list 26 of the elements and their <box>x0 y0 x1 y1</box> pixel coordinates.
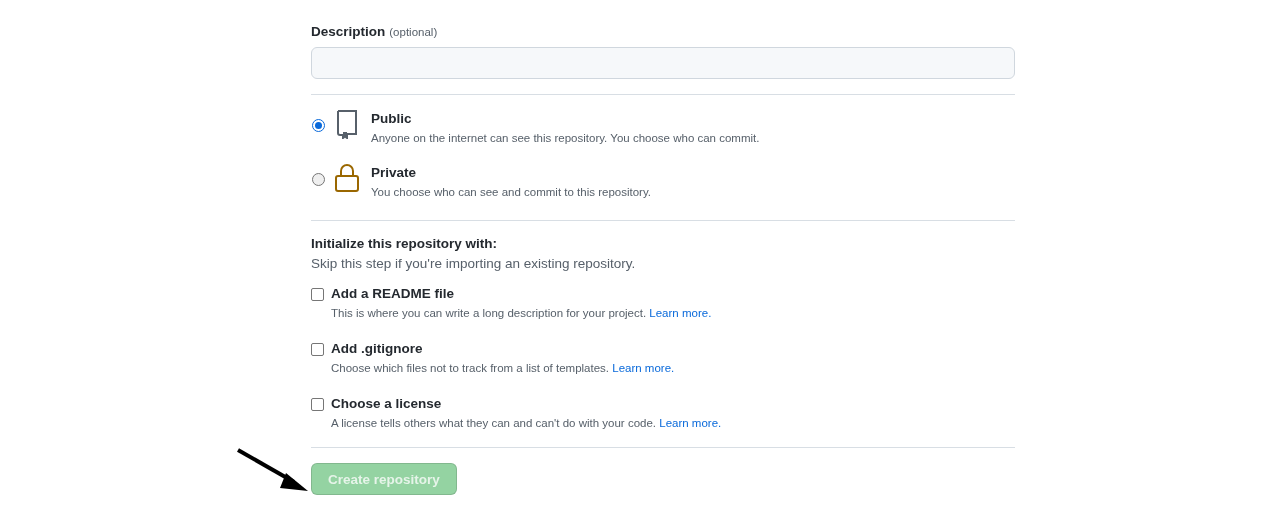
description-field[interactable] <box>311 47 1015 79</box>
option-description: A license tells others what they can and can't do with your code. Learn more. <box>331 416 722 431</box>
section-heading: Initialize this repository with: <box>311 236 499 251</box>
section-note: Skip this step if you're importing an existing repository. <box>311 256 637 271</box>
radio-button[interactable] <box>312 119 325 132</box>
arrow-icon <box>236 447 310 493</box>
visibility-title: Public <box>371 110 413 128</box>
checkbox[interactable] <box>311 288 324 301</box>
checkbox[interactable] <box>311 343 324 356</box>
description-label: Description <box>311 24 386 39</box>
option-label[interactable]: Add .gitignore <box>331 340 675 358</box>
visibility-description: You choose who can see and commit to this repository. <box>371 185 651 200</box>
optional-hint: (optional) <box>389 26 438 38</box>
visibility-title: Private <box>371 164 418 182</box>
option-description: Choose which files not to track from a list of templates. Learn more. <box>331 361 675 376</box>
option-description: This is where you can write a long description for your project. Learn more. <box>331 306 712 321</box>
learn-more-link[interactable]: Learn more. <box>612 362 675 374</box>
book-icon <box>335 109 359 139</box>
learn-more-link[interactable]: Learn more. <box>659 417 722 429</box>
option-label[interactable]: Add a README file <box>331 285 712 303</box>
lock-icon <box>335 163 359 193</box>
option-label[interactable]: Choose a license <box>331 395 722 413</box>
radio-button[interactable] <box>312 173 325 186</box>
learn-more-link[interactable]: Learn more. <box>649 307 712 319</box>
checkbox[interactable] <box>311 398 324 411</box>
visibility-description: Anyone on the internet can see this repository. You choose who can commit. <box>371 131 760 146</box>
